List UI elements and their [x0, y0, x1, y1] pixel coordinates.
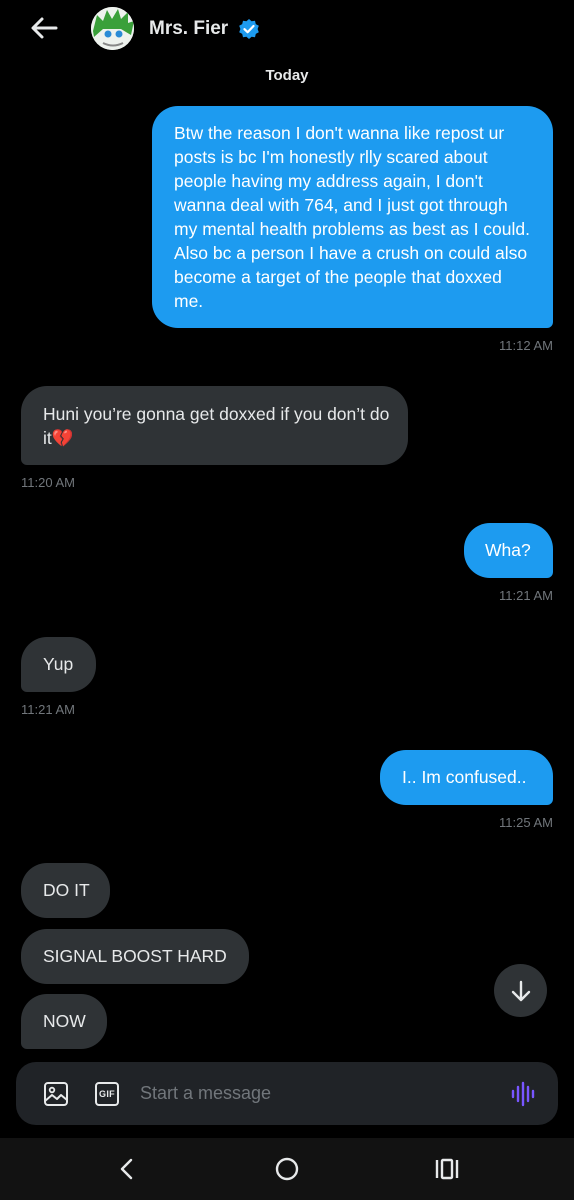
- message-text: DO IT: [43, 880, 90, 900]
- message-text: Wha?: [485, 540, 531, 560]
- message-text: NOW: [43, 1011, 86, 1031]
- gif-label: GIF: [99, 1089, 115, 1099]
- message-timestamp: 11:12 AM: [499, 338, 553, 353]
- message-bubble-sent[interactable]: Wha?: [464, 523, 553, 578]
- scroll-to-bottom-button[interactable]: [494, 964, 547, 1017]
- system-navigation-bar: [0, 1138, 574, 1200]
- message-timestamp: 11:21 AM: [499, 588, 553, 603]
- nav-home-icon[interactable]: [274, 1156, 300, 1182]
- verified-badge-icon: [239, 19, 259, 39]
- message-text: Btw the reason I don't wanna like repost…: [174, 123, 531, 311]
- arrow-left-icon[interactable]: [28, 12, 60, 44]
- message-bubble-received[interactable]: NOW: [21, 994, 107, 1049]
- message-timestamp: 11:20 AM: [21, 475, 75, 490]
- day-separator: Today: [265, 67, 309, 84]
- arrow-down-icon: [511, 980, 530, 1001]
- message-timestamp: 11:25 AM: [499, 815, 553, 830]
- message-input[interactable]: Start a message: [140, 1083, 271, 1104]
- message-timestamp: 11:21 AM: [21, 702, 75, 717]
- message-bubble-received[interactable]: SIGNAL BOOST HARD: [21, 929, 249, 984]
- gif-button[interactable]: GIF: [95, 1082, 119, 1106]
- message-text: Huni you’re gonna get doxxed if you don’…: [43, 404, 390, 448]
- message-bubble-sent[interactable]: Btw the reason I don't wanna like repost…: [152, 106, 553, 328]
- nav-recents-icon[interactable]: [434, 1157, 460, 1181]
- broken-heart-emoji: 💔: [51, 428, 74, 448]
- avatar[interactable]: [91, 7, 134, 50]
- contact-name[interactable]: Mrs. Fier: [149, 18, 228, 40]
- nav-back-icon[interactable]: [116, 1157, 138, 1181]
- message-bubble-sent[interactable]: I.. Im confused..: [380, 750, 553, 805]
- conversation-header: Mrs. Fier: [0, 0, 574, 60]
- message-bubble-received[interactable]: Huni you’re gonna get doxxed if you don’…: [21, 386, 408, 465]
- message-text: SIGNAL BOOST HARD: [43, 946, 227, 966]
- voice-waveform-icon[interactable]: [509, 1080, 537, 1108]
- message-bubble-received[interactable]: DO IT: [21, 863, 110, 918]
- message-bubble-received[interactable]: Yup: [21, 637, 96, 692]
- message-text: I.. Im confused..: [402, 767, 527, 787]
- image-icon[interactable]: [42, 1080, 70, 1108]
- message-text: Yup: [43, 654, 74, 674]
